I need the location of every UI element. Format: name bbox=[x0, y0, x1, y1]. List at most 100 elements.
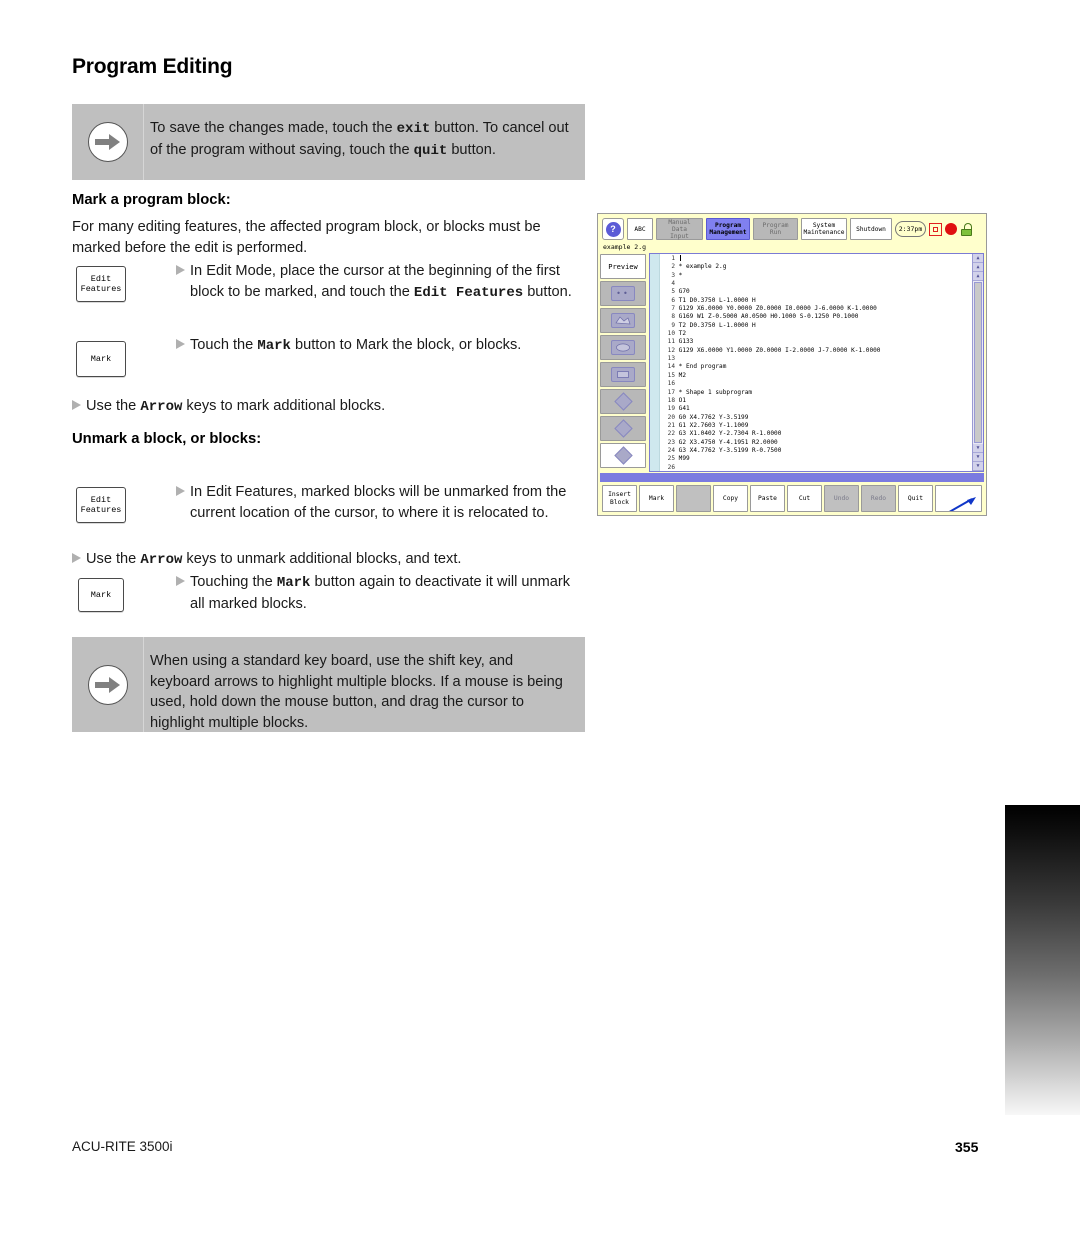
code-line: 9 T2 D0.3750 L-1.0000 H bbox=[662, 322, 972, 330]
side-button-column: Preview •• bbox=[600, 253, 646, 472]
bullet-triangle-icon bbox=[176, 572, 190, 614]
line-text: G1 X2.7603 Y-1.1009 bbox=[678, 421, 749, 429]
scroll-line-down-icon[interactable]: ▼ bbox=[973, 444, 983, 453]
bullet-edit-mode-cursor: In Edit Mode, place the cursor at the be… bbox=[176, 261, 586, 303]
code-line: 19 G41 bbox=[662, 405, 972, 413]
heading-mark-a-program-block: Mark a program block: bbox=[72, 192, 231, 208]
bullet-arrow-keys-mark: Use the Arrow keys to mark additional bl… bbox=[72, 396, 582, 418]
doc-softkey-edit-features-label: Edit Features bbox=[80, 274, 122, 294]
line-text: T2 D0.3750 L-1.0000 H bbox=[678, 321, 756, 329]
note1-part5: button. bbox=[447, 141, 496, 158]
view-solid-icon[interactable] bbox=[600, 308, 646, 333]
system-maintenance-button[interactable]: System Maintenance bbox=[801, 218, 847, 240]
line-text: * example 2.g bbox=[678, 263, 727, 271]
scroll-up-icon[interactable]: ▲ bbox=[973, 254, 983, 263]
undo-softkey[interactable]: Undo bbox=[824, 485, 859, 512]
code-line: 3 * bbox=[662, 272, 972, 280]
scroll-page-down-icon[interactable]: ▼ bbox=[973, 453, 983, 462]
program-management-button[interactable]: Program Management bbox=[706, 218, 750, 240]
abc-button[interactable]: ABC bbox=[627, 218, 653, 240]
code-line: 14 * End program bbox=[662, 363, 972, 371]
line-number: 11 bbox=[667, 338, 675, 346]
code-listing[interactable]: 1 2 * example 2.g 3 * 4 5 G70 6 T1 D0.37… bbox=[660, 254, 972, 471]
paste-softkey[interactable]: Paste bbox=[750, 485, 785, 512]
arrow-right-icon bbox=[87, 664, 128, 705]
code-line: 2 * example 2.g bbox=[662, 263, 972, 271]
clock-display[interactable]: 2:37pm bbox=[895, 221, 926, 237]
redo-softkey[interactable]: Redo bbox=[861, 485, 896, 512]
quit-softkey[interactable]: Quit bbox=[898, 485, 933, 512]
line-text: G3 X4.7762 Y-3.5199 R-0.7500 bbox=[678, 446, 782, 454]
line-text: G129 X6.0000 Y1.0000 Z0.0000 I-2.0000 J-… bbox=[678, 346, 881, 354]
code-line: 16 bbox=[662, 380, 972, 388]
view-wire-glyph bbox=[611, 340, 635, 355]
scroll-down-icon[interactable]: ▼ bbox=[973, 462, 983, 471]
screenshot-icon[interactable] bbox=[929, 222, 942, 236]
help-button[interactable]: ? bbox=[602, 218, 624, 240]
view-wire-icon[interactable] bbox=[600, 335, 646, 360]
shutdown-button[interactable]: Shutdown bbox=[850, 218, 892, 240]
line-number: 16 bbox=[667, 380, 675, 388]
program-editor[interactable]: 1 2 * example 2.g 3 * 4 5 G70 6 T1 D0.37… bbox=[649, 253, 984, 472]
paragraph-mark-intro: For many editing features, the affected … bbox=[72, 219, 541, 256]
editor-horizontal-scrollbar[interactable] bbox=[600, 473, 984, 482]
screenshot-topbar: ? ABC Manual Data Input Program Manageme… bbox=[598, 214, 986, 242]
bullet-triangle-icon bbox=[72, 549, 86, 571]
doc-softkey-edit-features-unmark[interactable]: Edit Features bbox=[76, 487, 126, 523]
view-dots-icon[interactable]: •• bbox=[600, 281, 646, 306]
line-number: 22 bbox=[667, 430, 675, 438]
bullet-unmark-from-cursor: In Edit Features, marked blocks will be … bbox=[176, 482, 586, 523]
code-line: 5 G70 bbox=[662, 288, 972, 296]
insert-block-softkey[interactable]: Insert Block bbox=[602, 485, 637, 512]
code-line: 12 G129 X6.0000 Y1.0000 Z0.0000 I-2.0000… bbox=[662, 347, 972, 355]
view-frame-icon[interactable] bbox=[600, 362, 646, 387]
blank-softkey[interactable] bbox=[676, 485, 711, 512]
line-number: 25 bbox=[667, 455, 675, 463]
preview-button[interactable]: Preview bbox=[600, 254, 646, 279]
copy-softkey[interactable]: Copy bbox=[713, 485, 748, 512]
doc-softkey-edit-features-mark[interactable]: Edit Features bbox=[76, 266, 126, 302]
line-text: G129 X6.0000 Y0.0000 Z0.0000 I0.0000 J-6… bbox=[678, 305, 877, 313]
line-number: 1 bbox=[671, 255, 675, 262]
more-softkeys-button[interactable] bbox=[935, 485, 982, 512]
editor-vertical-scrollbar[interactable]: ▲ ▲ ▲ ▼ ▼ ▼ bbox=[972, 254, 983, 471]
program-run-button[interactable]: Program Run bbox=[753, 218, 798, 240]
unlock-icon[interactable] bbox=[960, 222, 973, 236]
cut-softkey[interactable]: Cut bbox=[787, 485, 822, 512]
line-text: G70 bbox=[678, 288, 690, 296]
bullet-triangle-icon bbox=[72, 396, 86, 418]
page-title: Program Editing bbox=[72, 55, 233, 78]
bullet-triangle-icon bbox=[176, 482, 190, 523]
record-icon[interactable] bbox=[945, 223, 957, 235]
code-line: 26 bbox=[662, 464, 972, 471]
line-text: G2 X3.4750 Y-4.1951 R2.0000 bbox=[678, 438, 778, 446]
mark-softkey[interactable]: Mark bbox=[639, 485, 674, 512]
line-text: G3 X1.0402 Y-2.7304 R-1.0000 bbox=[678, 430, 782, 438]
bullet-touch-mark: Touch the Mark button to Mark the block,… bbox=[176, 335, 586, 357]
zoom-diamond-glyph bbox=[611, 392, 635, 411]
view-frame-glyph bbox=[611, 367, 635, 382]
fit-diamond-icon[interactable] bbox=[600, 443, 646, 468]
note1-part1: To save the changes made, touch the bbox=[150, 120, 397, 136]
note-text: When using a standard key board, use the… bbox=[150, 653, 563, 731]
bullet-text: Touch the Mark button to Mark the block,… bbox=[190, 337, 522, 354]
scrollbar-thumb[interactable] bbox=[974, 282, 982, 443]
doc-softkey-mark-2[interactable]: Mark bbox=[78, 578, 124, 612]
note-box-save-exit: To save the changes made, touch the exit… bbox=[72, 104, 585, 180]
scroll-line-up-icon[interactable]: ▲ bbox=[973, 272, 983, 281]
line-number: 9 bbox=[671, 321, 675, 329]
line-number: 19 bbox=[667, 405, 675, 413]
doc-softkey-mark[interactable]: Mark bbox=[76, 341, 126, 377]
zoom-diamond-icon[interactable] bbox=[600, 389, 646, 414]
line-number: 13 bbox=[667, 355, 675, 363]
line-number: 21 bbox=[667, 421, 675, 429]
code-line: 21 G1 X2.7603 Y-1.1009 bbox=[662, 422, 972, 430]
scroll-page-up-icon[interactable]: ▲ bbox=[973, 263, 983, 272]
heading-unmark-a-block: Unmark a block, or blocks: bbox=[72, 431, 262, 447]
line-text: * Shape 1 subprogram bbox=[678, 388, 753, 396]
note-box-keyboard-mouse: When using a standard key board, use the… bbox=[72, 637, 585, 732]
note-icon-cell bbox=[72, 637, 144, 732]
rotate-diamond-icon[interactable] bbox=[600, 416, 646, 441]
manual-data-input-button[interactable]: Manual Data Input bbox=[656, 218, 703, 240]
line-number: 14 bbox=[667, 363, 675, 371]
